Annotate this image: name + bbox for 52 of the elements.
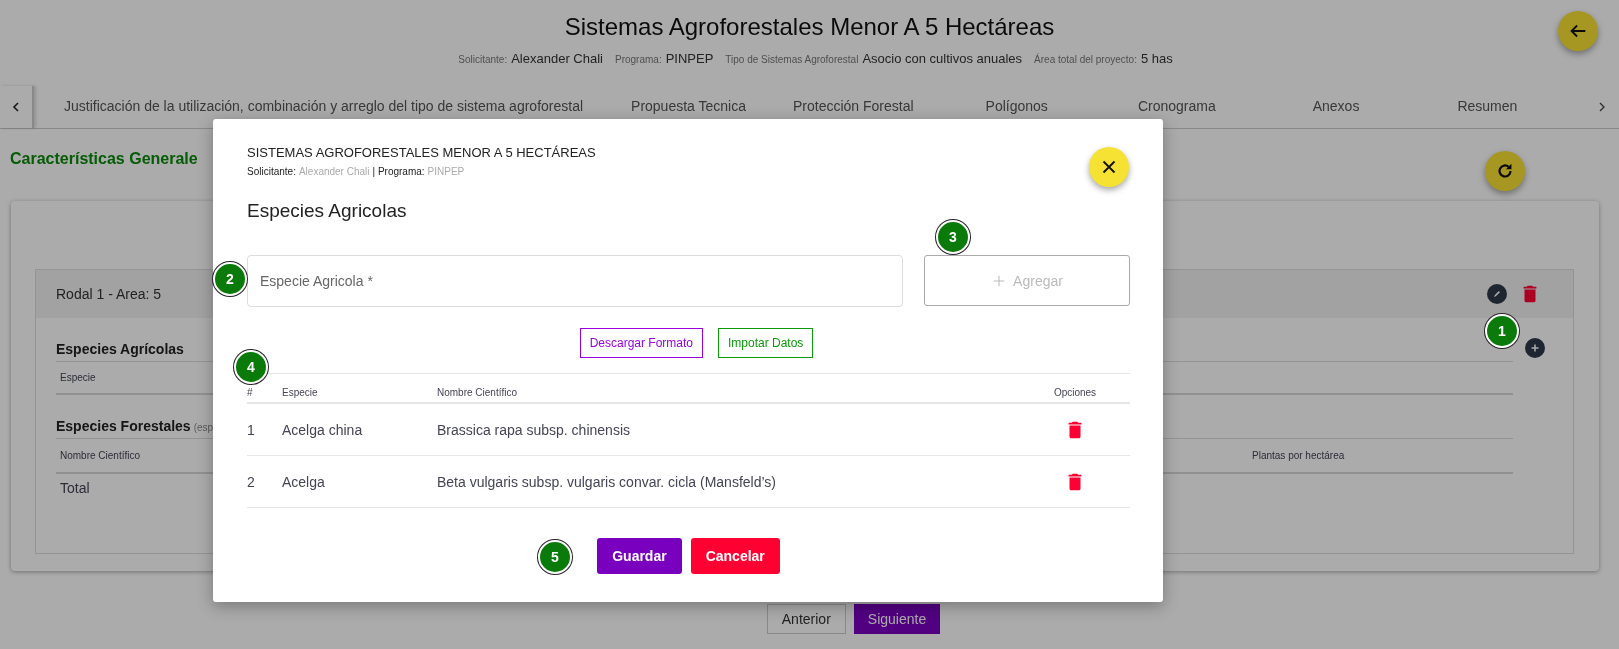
back-button[interactable] bbox=[1558, 11, 1598, 51]
meta-value: Alexander Chali bbox=[511, 51, 603, 66]
dialog-title: SISTEMAS AGROFORESTALES MENOR A 5 HECTÁREAS bbox=[247, 145, 596, 160]
page-title: Sistemas Agroforestales Menor A 5 Hectáreas bbox=[564, 13, 1055, 41]
step-badge: 1 bbox=[1485, 314, 1519, 348]
column-header: Nombre Científico bbox=[437, 387, 519, 398]
column-header: Especie bbox=[282, 387, 319, 398]
refresh-button[interactable] bbox=[1485, 151, 1525, 191]
meta-value: PINPEP bbox=[427, 166, 465, 177]
close-button[interactable] bbox=[1089, 147, 1129, 187]
cancel-button[interactable]: Cancelar bbox=[690, 538, 780, 574]
column-header: Especie bbox=[59, 372, 96, 383]
meta-value: Asocio con cultivos anuales bbox=[862, 51, 1023, 66]
tab[interactable]: Anexos bbox=[1312, 86, 1360, 128]
tab[interactable]: Polígonos bbox=[985, 86, 1048, 128]
meta-value: 5 has bbox=[1140, 51, 1173, 66]
meta-label: | Programa: bbox=[372, 166, 425, 177]
save-button[interactable]: Guardar bbox=[597, 538, 682, 574]
section-heading: Especies Agricolas bbox=[247, 200, 408, 222]
previous-button[interactable]: Anterior bbox=[766, 604, 846, 634]
table-cell-text: Beta vulgaris subsp. vulgaris convar. cicla (Mansfeld’s) bbox=[437, 473, 777, 490]
column-header: Plantas por hectárea bbox=[1251, 450, 1345, 461]
table-cell-text: 2 bbox=[247, 473, 256, 490]
subsection-note: (esp bbox=[193, 422, 214, 435]
meta-label: Solicitante: bbox=[458, 54, 508, 65]
subsection-title: Especies Forestales bbox=[56, 418, 191, 436]
tab[interactable]: Propuesta Tecnica bbox=[631, 86, 746, 128]
tab[interactable]: Resumen bbox=[1457, 86, 1518, 128]
meta-label: Tipo de Sistemas Agroforestal bbox=[725, 54, 859, 65]
meta-value: Alexander Chali bbox=[298, 166, 370, 177]
tab[interactable]: Protección Forestal bbox=[793, 86, 914, 128]
table-cell-text: 1 bbox=[247, 421, 256, 438]
import-button[interactable]: Impotar Datos bbox=[718, 328, 814, 358]
download-button[interactable]: Descargar Formato bbox=[579, 328, 703, 358]
rodal-title: Rodal 1 - Area: 5 bbox=[56, 286, 162, 302]
table-cell-text: Acelga china bbox=[282, 421, 364, 438]
tab[interactable]: Justificación de la utilización, combinación y arreglo del tipo de sistema agroforestal bbox=[64, 86, 584, 128]
tab[interactable]: Cronograma bbox=[1137, 86, 1216, 128]
meta-label: Solicitante: bbox=[247, 166, 296, 177]
meta-value: PINPEP bbox=[665, 51, 714, 66]
section-title: Características Generale bbox=[10, 150, 198, 168]
input-field[interactable]: Especie Agricola * bbox=[247, 255, 903, 307]
meta-label: Área total del proyecto: bbox=[1034, 54, 1137, 65]
column-header: Nombre Científico bbox=[59, 450, 141, 461]
meta-label: Programa: bbox=[614, 54, 662, 65]
total-label: Total bbox=[59, 479, 91, 498]
next-button[interactable]: Siguiente bbox=[853, 604, 941, 634]
subsection-title: Especies Agrícolas bbox=[56, 341, 184, 359]
column-header: # bbox=[247, 387, 254, 398]
table-cell-text: Acelga bbox=[282, 473, 326, 490]
column-header: Opciones bbox=[1052, 387, 1098, 398]
table-cell-text: Brassica rapa subsp. chinensis bbox=[437, 421, 631, 438]
